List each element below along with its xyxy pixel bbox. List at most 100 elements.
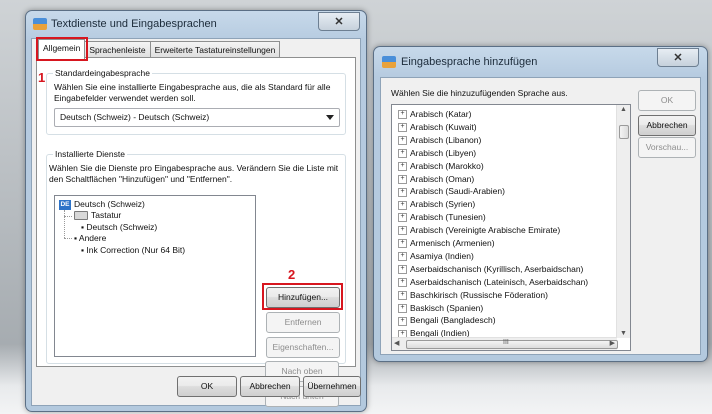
language-label: Asamiya (Indien) bbox=[410, 250, 474, 261]
default-language-combo[interactable]: Deutsch (Schweiz) - Deutsch (Schweiz) bbox=[54, 108, 340, 127]
tree-ink-label: Ink Correction (Nur 64 Bit) bbox=[86, 245, 186, 255]
scroll-down-icon[interactable]: ▼ bbox=[620, 330, 627, 337]
tree-language-label: Deutsch (Schweiz) bbox=[74, 199, 145, 209]
scrollbar-thumb[interactable]: III bbox=[406, 339, 618, 349]
list-item[interactable]: + Arabisch (Tunesien) bbox=[398, 211, 486, 224]
horizontal-scrollbar[interactable]: ◀ III ▶ bbox=[392, 337, 618, 350]
list-item[interactable]: + Bengali (Bangladesch) bbox=[398, 314, 496, 327]
language-list[interactable]: + Arabisch (Katar) + Arabisch (Kuwait) + Arab… bbox=[391, 104, 631, 351]
tree-item-language[interactable]: DE Deutsch (Schweiz) bbox=[59, 199, 145, 210]
list-item[interactable]: + Arabisch (Katar) bbox=[398, 108, 471, 121]
tree-item-keyboard-layout[interactable]: ▪ Deutsch (Schweiz) bbox=[81, 222, 157, 232]
close-icon: ✕ bbox=[673, 52, 683, 64]
list-item[interactable]: + Arabisch (Kuwait) bbox=[398, 121, 477, 134]
expand-icon[interactable]: + bbox=[398, 148, 407, 158]
list-item[interactable]: + Baskisch (Spanien) bbox=[398, 302, 483, 315]
language-label: Arabisch (Marokko) bbox=[410, 160, 484, 171]
scroll-up-icon[interactable]: ▲ bbox=[620, 106, 627, 113]
tree-keyboard-label: Tastatur bbox=[91, 210, 122, 220]
language-label: Baschkirisch (Russische Föderation) bbox=[410, 289, 548, 300]
language-label: Aserbaidschanisch (Kyrillisch, Aserbaids… bbox=[410, 263, 584, 274]
expand-icon[interactable]: + bbox=[398, 200, 407, 210]
language-label: Arabisch (Vereinigte Arabische Emirate) bbox=[410, 225, 561, 236]
apply-button[interactable]: Übernehmen bbox=[303, 376, 361, 397]
expand-icon[interactable]: + bbox=[398, 213, 407, 223]
title-bar[interactable]: Eingabesprache hinzufügen ✕ bbox=[374, 47, 707, 73]
list-item[interactable]: + Armenisch (Armenien) bbox=[398, 237, 495, 250]
annotation-number-2: 2 bbox=[288, 267, 296, 282]
chevron-down-icon bbox=[326, 115, 334, 120]
close-button[interactable]: ✕ bbox=[657, 48, 699, 67]
expand-icon[interactable]: + bbox=[398, 174, 407, 184]
language-label: Arabisch (Oman) bbox=[410, 173, 475, 184]
expand-icon[interactable]: + bbox=[398, 226, 407, 236]
dialog-body: Allgemein Sprachenleiste Erweiterte Tast… bbox=[31, 37, 361, 407]
language-de-icon: DE bbox=[59, 199, 71, 210]
tab-sprachenleiste[interactable]: Sprachenleiste bbox=[84, 41, 151, 58]
annotation-number-1: 1 bbox=[38, 70, 46, 85]
tree-layout-label: Deutsch (Schweiz) bbox=[86, 222, 158, 232]
remove-button[interactable]: Entfernen bbox=[266, 312, 340, 333]
close-icon: ✕ bbox=[334, 16, 344, 28]
tree-connector bbox=[64, 216, 72, 217]
list-item[interactable]: + Aserbaidschanisch (Kyrillisch, Aserbaid… bbox=[398, 263, 583, 276]
window-title: Eingabesprache hinzufügen bbox=[401, 56, 538, 68]
tab-erweiterte-tastatureinstellungen[interactable]: Erweiterte Tastatureinstellungen bbox=[149, 41, 281, 58]
cancel-button[interactable]: Abbrechen bbox=[638, 115, 696, 136]
expand-icon[interactable]: + bbox=[398, 123, 407, 133]
title-bar[interactable]: Textdienste und Eingabesprachen ✕ bbox=[26, 11, 366, 37]
expand-icon[interactable]: + bbox=[398, 110, 407, 120]
expand-icon[interactable]: + bbox=[398, 239, 407, 249]
scroll-right-icon[interactable]: ▶ bbox=[610, 339, 615, 347]
expand-icon[interactable]: + bbox=[398, 252, 407, 262]
list-item[interactable]: + Baschkirisch (Russische Föderation) bbox=[398, 289, 548, 302]
language-label: Arabisch (Syrien) bbox=[410, 199, 476, 210]
scrollbar-thumb[interactable] bbox=[619, 125, 629, 139]
expand-icon[interactable]: + bbox=[398, 187, 407, 197]
expand-icon[interactable]: + bbox=[398, 277, 407, 287]
tree-item-other[interactable]: ▪ Andere bbox=[74, 233, 106, 243]
language-label: Arabisch (Kuwait) bbox=[410, 121, 477, 132]
close-button[interactable]: ✕ bbox=[318, 12, 360, 31]
list-item[interactable]: + Arabisch (Vereinigte Arabische Emirate) bbox=[398, 224, 560, 237]
group-legend-services: Installierte Dienste bbox=[53, 149, 127, 159]
annotation-box-add bbox=[262, 283, 343, 310]
list-item[interactable]: + Asamiya (Indien) bbox=[398, 250, 474, 263]
ok-button[interactable]: OK bbox=[177, 376, 237, 397]
language-label: Bengali (Bangladesch) bbox=[410, 315, 496, 326]
group-legend-default: Standardeingabesprache bbox=[53, 68, 152, 78]
tree-item-keyboard[interactable]: Tastatur bbox=[74, 210, 122, 221]
expand-icon[interactable]: + bbox=[398, 303, 407, 313]
language-label: Arabisch (Libanon) bbox=[410, 134, 482, 145]
list-item[interactable]: + Arabisch (Saudi-Arabien) bbox=[398, 185, 505, 198]
list-item[interactable]: + Arabisch (Libanon) bbox=[398, 134, 481, 147]
expand-icon[interactable]: + bbox=[398, 316, 407, 326]
language-label: Baskisch (Spanien) bbox=[410, 302, 484, 313]
services-tree[interactable]: DE Deutsch (Schweiz) Tastatur ▪ Deutsch (… bbox=[54, 195, 256, 357]
expand-icon[interactable]: + bbox=[398, 290, 407, 300]
list-item[interactable]: + Arabisch (Oman) bbox=[398, 173, 474, 186]
tree-item-ink-correction[interactable]: ▪ Ink Correction (Nur 64 Bit) bbox=[81, 245, 185, 255]
expand-icon[interactable]: + bbox=[398, 136, 407, 146]
expand-icon[interactable]: + bbox=[398, 161, 407, 171]
list-item[interactable]: + Arabisch (Marokko) bbox=[398, 160, 484, 173]
properties-button[interactable]: Eigenschaften... bbox=[266, 337, 340, 358]
cancel-button[interactable]: Abbrechen bbox=[240, 376, 300, 397]
scroll-left-icon[interactable]: ◀ bbox=[394, 339, 399, 347]
ok-button[interactable]: OK bbox=[638, 90, 696, 111]
default-language-description: Wählen Sie eine installierte Eingabespra… bbox=[54, 82, 331, 103]
list-item[interactable]: + Arabisch (Libyen) bbox=[398, 147, 476, 160]
language-label: Arabisch (Tunesien) bbox=[410, 212, 486, 223]
list-item[interactable]: + Aserbaidschanisch (Lateinisch, Aserbaid… bbox=[398, 276, 588, 289]
list-item[interactable]: + Arabisch (Syrien) bbox=[398, 198, 475, 211]
keyboard-icon bbox=[74, 211, 88, 221]
installed-services-group: Installierte Dienste Wählen Sie die Dien… bbox=[46, 149, 346, 364]
tree-connector bbox=[64, 238, 72, 239]
expand-icon[interactable]: + bbox=[398, 265, 407, 275]
vertical-scrollbar[interactable]: ▲ ▼ bbox=[616, 105, 630, 338]
window-title: Textdienste und Eingabesprachen bbox=[51, 18, 217, 30]
tree-connector bbox=[64, 210, 65, 238]
combo-value: Deutsch (Schweiz) - Deutsch (Schweiz) bbox=[60, 112, 210, 122]
language-prompt: Wählen Sie die hinzuzufügenden Sprache a… bbox=[391, 88, 568, 98]
preview-button[interactable]: Vorschau... bbox=[638, 137, 696, 158]
